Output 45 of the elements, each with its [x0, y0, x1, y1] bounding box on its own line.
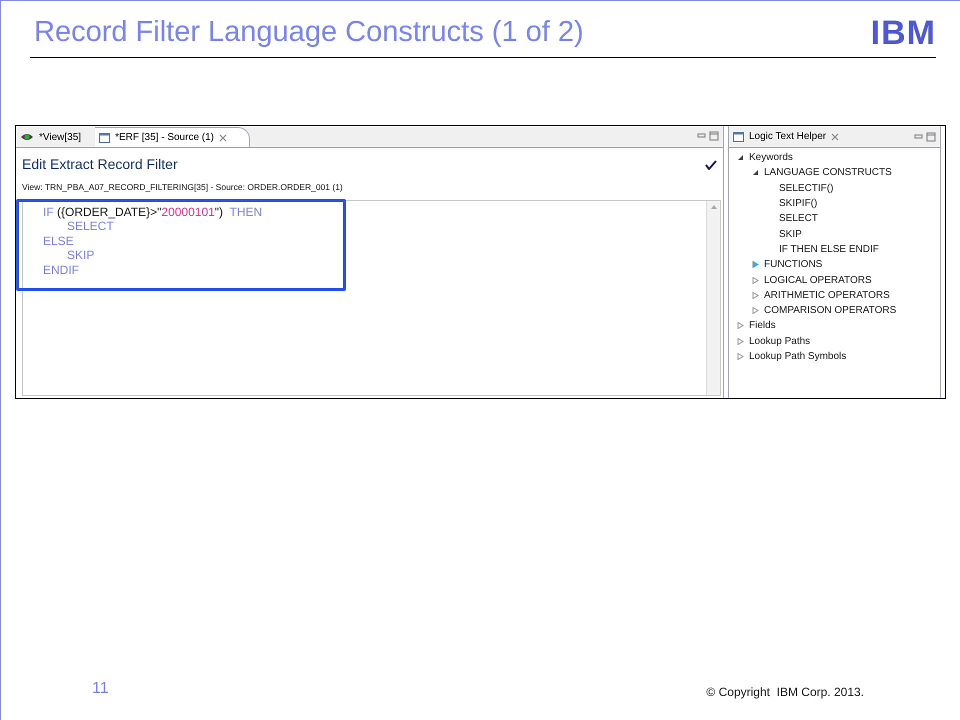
tree-item[interactable]: SELECT	[779, 211, 818, 226]
window-icon	[99, 132, 110, 142]
eye-icon	[20, 132, 34, 142]
collapse-arrow-icon[interactable]	[737, 154, 744, 162]
scroll-up-icon[interactable]	[710, 204, 716, 209]
page-number: 11	[92, 679, 109, 699]
expand-arrow-icon[interactable]	[752, 307, 759, 314]
tree-item[interactable]: Fields	[749, 318, 776, 334]
code-line: ELSE	[43, 234, 74, 248]
editor-tab[interactable]: *ERF [35] - Source (1)	[95, 127, 250, 147]
collapse-arrow-icon[interactable]	[752, 169, 759, 176]
tree-item[interactable]: LANGUAGE CONSTRUCTS	[764, 165, 892, 180]
tree-item[interactable]: SELECTIF()	[779, 180, 834, 196]
slide-title: Record Filter Language Constructs (1 of 2)	[34, 18, 584, 47]
tree-item[interactable]: ARITHMETIC OPERATORS	[764, 288, 890, 303]
expand-arrow-icon[interactable]	[737, 338, 744, 345]
close-icon[interactable]	[219, 134, 227, 142]
expand-arrow-icon[interactable]	[752, 276, 759, 284]
code-line: SKIP	[67, 248, 94, 263]
minimize-maximize-icon[interactable]	[914, 132, 936, 142]
editor-subtitle: View: TRN_PBA_A07_RECORD_FILTERING[35] - Source: ORDER.ORDER_001 (1)	[21, 181, 344, 194]
expand-arrow-icon[interactable]	[737, 353, 744, 360]
tree-item[interactable]: LOGICAL OPERATORS	[764, 272, 872, 288]
tree-item[interactable]: COMPARISON OPERATORS	[764, 303, 896, 318]
logo: IBM	[870, 16, 936, 50]
scrollbar[interactable]	[706, 200, 720, 395]
expand-arrow-icon[interactable]	[752, 292, 759, 299]
copyright: © Copyright IBM Corp. 2013.	[706, 684, 864, 701]
close-icon[interactable]	[831, 132, 840, 140]
tree-item[interactable]: Lookup Paths	[749, 334, 810, 349]
code-line: IF ({ORDER_DATE}>"20000101") THEN	[43, 204, 262, 220]
code-line: ENDIF	[43, 262, 79, 278]
code-line: SELECT	[67, 219, 114, 234]
window-icon	[733, 132, 744, 142]
expand-arrow-icon[interactable]	[752, 261, 759, 268]
expand-arrow-icon[interactable]	[737, 322, 744, 330]
tree-item[interactable]: Lookup Path Symbols	[749, 349, 846, 364]
tree-item[interactable]: Keywords	[749, 150, 793, 166]
editor-heading: Edit Extract Record Filter	[22, 155, 178, 174]
checkmark-icon[interactable]	[705, 160, 717, 170]
tree-item[interactable]: FUNCTIONS	[764, 257, 822, 272]
minimize-maximize-icon[interactable]	[697, 131, 719, 141]
tree-item[interactable]: SKIP	[779, 226, 802, 242]
tree-item[interactable]: IF THEN ELSE ENDIF	[779, 242, 879, 257]
tree-item[interactable]: SKIPIF()	[779, 196, 818, 212]
